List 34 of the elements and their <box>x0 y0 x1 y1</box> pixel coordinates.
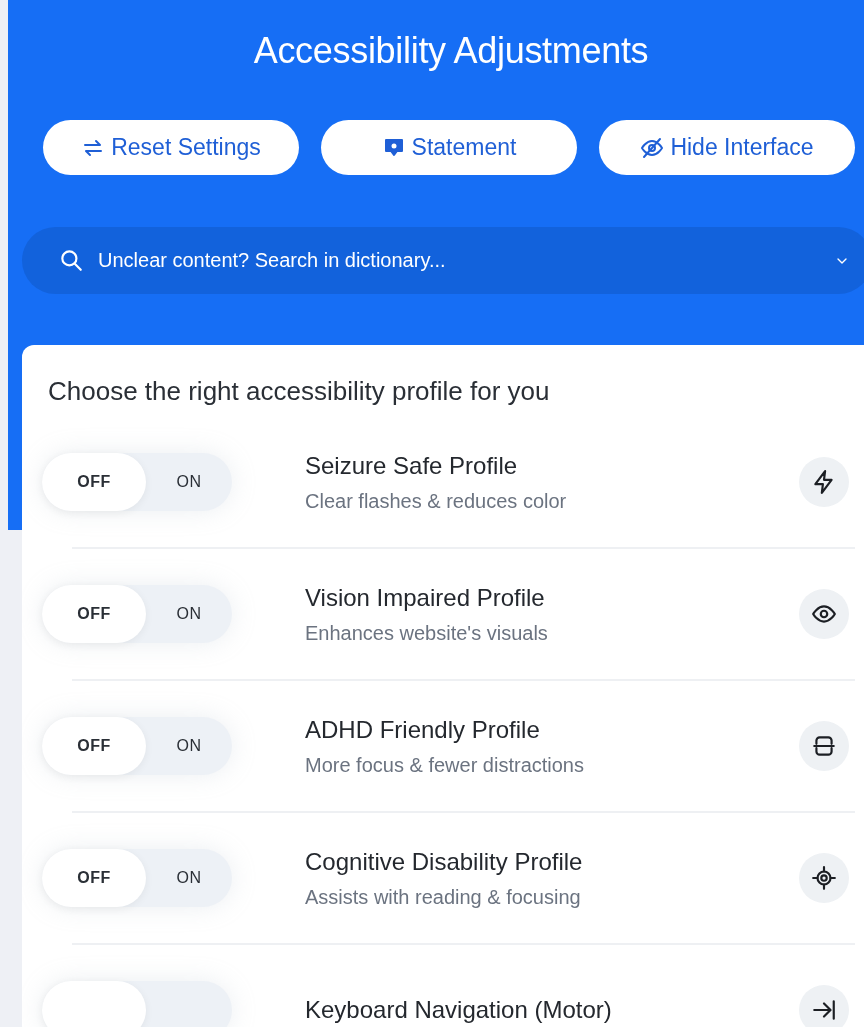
profile-description: Clear flashes & reduces color <box>305 489 568 513</box>
profile-title: ADHD Friendly Profile <box>305 715 541 744</box>
off-option[interactable]: OFF <box>42 717 146 775</box>
on-off-toggle[interactable]: OFF ON <box>42 849 232 907</box>
arrow-right-icon <box>799 985 849 1027</box>
on-off-toggle[interactable]: OFF ON <box>42 717 232 775</box>
profile-title: Seizure Safe Profile <box>305 451 519 480</box>
profile-title: Keyboard Navigation (Motor) <box>305 996 613 1024</box>
profile-description: Assists with reading & focusing <box>305 885 582 909</box>
on-off-toggle[interactable]: OFF ON <box>42 585 232 643</box>
on-option[interactable]: ON <box>146 849 232 907</box>
action-button[interactable]: Hide Interface <box>599 120 855 175</box>
section-heading: Choose the right accessibility profile for you <box>48 375 551 408</box>
eye-icon <box>799 589 849 639</box>
profile-description: Enhances website's visuals <box>305 621 549 645</box>
panel-title: Accessibility Adjustments <box>252 30 650 72</box>
action-button[interactable]: Reset Settings <box>43 120 299 175</box>
target-icon <box>799 853 849 903</box>
on-option[interactable]: ON <box>146 585 232 643</box>
on-option[interactable]: ON <box>146 717 232 775</box>
off-option[interactable]: OFF <box>42 585 146 643</box>
profile-title: Vision Impaired Profile <box>305 583 546 612</box>
off-option[interactable]: OFF <box>42 849 146 907</box>
on-off-toggle[interactable]: OFF ON <box>42 453 232 511</box>
split-frame-icon <box>799 721 849 771</box>
profile-description: More focus & fewer distractions <box>305 753 585 777</box>
lightning-icon <box>799 457 849 507</box>
on-off-toggle[interactable] <box>42 981 232 1027</box>
on-option[interactable]: ON <box>146 453 232 511</box>
search-field[interactable]: Unclear content? Search in dictionary... <box>22 227 864 294</box>
off-option[interactable]: OFF <box>42 453 146 511</box>
action-button[interactable]: Statement <box>321 120 577 175</box>
eye-slash-icon <box>640 135 665 160</box>
profile-title: Cognitive Disability Profile <box>305 847 584 876</box>
